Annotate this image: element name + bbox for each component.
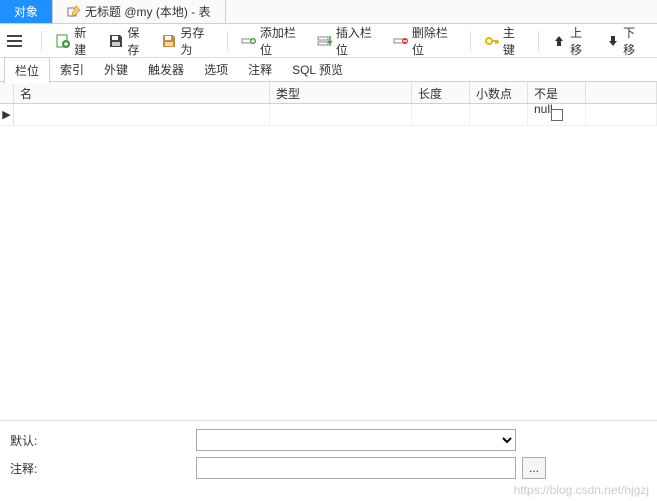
field-properties-panel: 默认: 注释: ... (0, 420, 657, 493)
subtab-comment[interactable]: 注释 (238, 57, 282, 82)
comment-row: 注释: ... (10, 457, 647, 479)
save-button[interactable]: 保存 (103, 22, 154, 60)
insertfield-label: 插入栏位 (336, 24, 381, 58)
col-header-type[interactable]: 类型 (270, 82, 412, 103)
insertfield-button[interactable]: 插入栏位 (312, 22, 386, 60)
addfield-button[interactable]: 添加栏位 (236, 22, 310, 60)
subtab-sqlpreview[interactable]: SQL 预览 (282, 57, 353, 82)
tab-object-label: 对象 (14, 3, 38, 20)
col-header-notnull[interactable]: 不是 null (528, 82, 586, 103)
default-label: 默认: (10, 432, 190, 449)
arrow-down-icon (605, 33, 620, 49)
row-marker-header (0, 82, 14, 103)
fields-grid-header: 名 类型 长度 小数点 不是 null (0, 82, 657, 104)
cell-type[interactable] (270, 104, 412, 125)
addfield-label: 添加栏位 (260, 24, 305, 58)
saveas-label: 另存为 (180, 24, 214, 58)
deletefield-icon (393, 33, 409, 49)
cell-extra (586, 104, 657, 125)
comment-label: 注释: (10, 460, 190, 477)
moveup-label: 上移 (570, 24, 593, 58)
new-label: 新建 (74, 24, 96, 58)
primarykey-label: 主键 (503, 24, 525, 58)
separator (538, 31, 539, 51)
moveup-button[interactable]: 上移 (547, 22, 598, 60)
movedown-label: 下移 (623, 24, 646, 58)
length-input[interactable] (416, 108, 465, 122)
saveas-button[interactable]: 另存为 (156, 22, 219, 60)
cell-length[interactable] (412, 104, 470, 125)
toolbar: 新建 保存 另存为 添加栏位 插入栏位 删除栏位 (0, 24, 657, 58)
ellipsis-icon: ... (529, 461, 539, 475)
cell-decimals[interactable] (470, 104, 528, 125)
separator (470, 31, 471, 51)
default-select[interactable] (196, 429, 516, 451)
movedown-button[interactable]: 下移 (600, 22, 651, 60)
col-header-name[interactable]: 名 (14, 82, 270, 103)
separator (227, 31, 228, 51)
separator (41, 31, 42, 51)
save-label: 保存 (127, 24, 149, 58)
new-icon (55, 33, 71, 49)
notnull-checkbox[interactable] (551, 109, 563, 121)
type-input[interactable] (274, 108, 407, 122)
col-header-extra (586, 82, 657, 103)
save-icon (108, 33, 124, 49)
tab-untitled[interactable]: 无标题 @my (本地) - 表 (53, 0, 226, 23)
col-header-length[interactable]: 长度 (412, 82, 470, 103)
deletefield-button[interactable]: 删除栏位 (388, 22, 462, 60)
subtab-triggers[interactable]: 触发器 (138, 57, 194, 82)
menu-icon[interactable] (6, 32, 23, 50)
tab-untitled-label: 无标题 @my (本地) - 表 (85, 3, 211, 20)
arrow-up-icon (552, 33, 567, 49)
new-button[interactable]: 新建 (50, 22, 101, 60)
primarykey-button[interactable]: 主键 (479, 22, 530, 60)
designer-tabs: 栏位 索引 外键 触发器 选项 注释 SQL 预览 (0, 58, 657, 82)
current-row-marker-icon: ▶ (0, 104, 14, 125)
comment-more-button[interactable]: ... (522, 457, 546, 479)
name-input[interactable] (18, 108, 265, 122)
deletefield-label: 删除栏位 (412, 24, 457, 58)
addfield-icon (241, 33, 257, 49)
default-row: 默认: (10, 429, 647, 451)
window-tabs: 对象 无标题 @my (本地) - 表 (0, 0, 657, 24)
comment-input[interactable] (196, 457, 516, 479)
subtab-fields[interactable]: 栏位 (4, 57, 50, 84)
subtab-indexes[interactable]: 索引 (50, 57, 94, 82)
subtab-options[interactable]: 选项 (194, 57, 238, 82)
subtab-foreignkeys[interactable]: 外键 (94, 57, 138, 82)
table-row[interactable]: ▶ (0, 104, 657, 126)
cell-name[interactable] (14, 104, 270, 125)
fields-grid-body: ▶ (0, 104, 657, 404)
insertfield-icon (317, 33, 333, 49)
key-icon (484, 33, 500, 49)
decimals-input[interactable] (474, 108, 523, 122)
saveas-icon (161, 33, 177, 49)
tab-object[interactable]: 对象 (0, 0, 53, 23)
cell-notnull[interactable] (528, 104, 586, 125)
table-edit-icon (67, 5, 81, 19)
col-header-decimals[interactable]: 小数点 (470, 82, 528, 103)
